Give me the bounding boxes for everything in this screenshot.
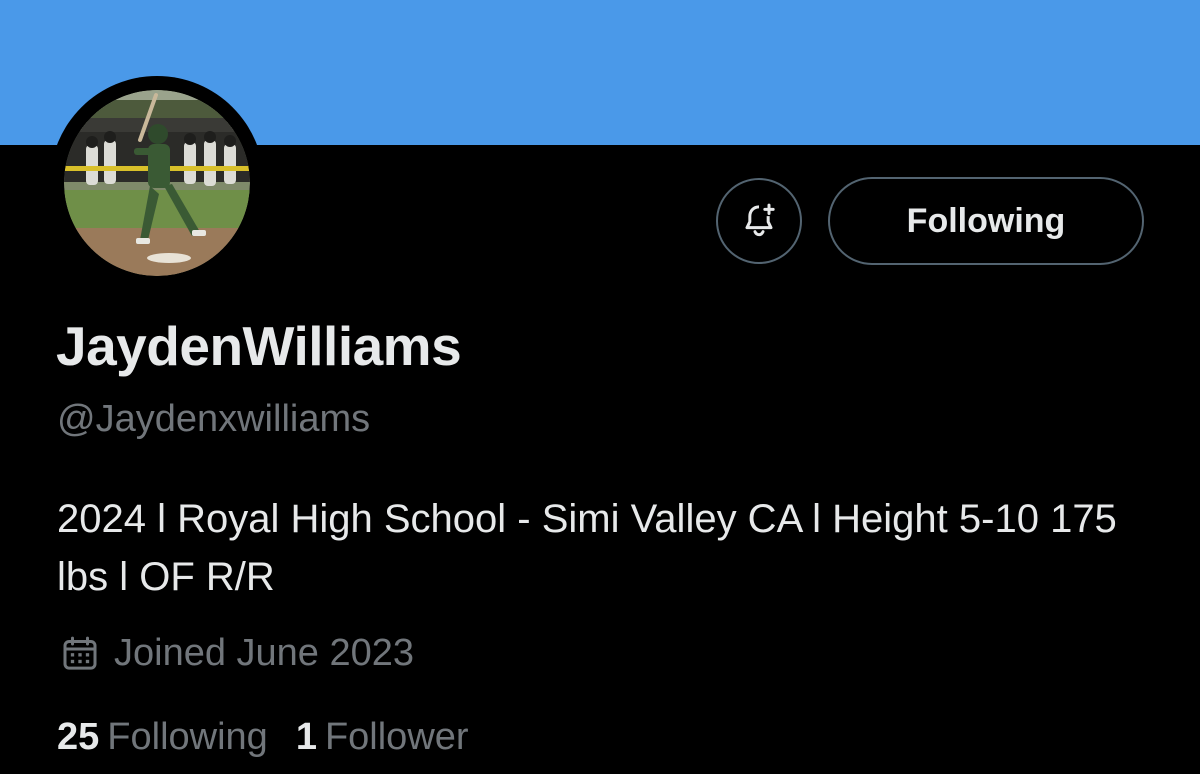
following-label: Following bbox=[107, 716, 268, 758]
avatar[interactable] bbox=[50, 76, 264, 290]
following-count: 25 bbox=[57, 716, 100, 758]
calendar-icon bbox=[63, 636, 97, 670]
profile-stats: 25 Following 1 Follower bbox=[57, 716, 497, 759]
joined-text: Joined June 2023 bbox=[114, 632, 415, 674]
avatar-photo bbox=[64, 90, 250, 276]
display-name: JaydenWilliams bbox=[56, 315, 462, 377]
followers-stat[interactable]: 1 Follower bbox=[296, 716, 469, 759]
profile-bio: 2024 l Royal High School - Simi Valley C… bbox=[57, 497, 1117, 599]
joined-date: Joined June 2023 bbox=[60, 632, 414, 675]
bell-plus-icon bbox=[745, 203, 775, 237]
user-handle: @Jaydenxwilliams bbox=[57, 398, 371, 440]
following-button[interactable]: Following bbox=[828, 177, 1144, 265]
notifications-button[interactable] bbox=[716, 178, 802, 264]
followers-count: 1 bbox=[295, 716, 317, 758]
followers-label: Follower bbox=[324, 716, 469, 758]
following-stat[interactable]: 25 Following bbox=[57, 716, 268, 759]
profile-page: Following JaydenWilliams @Jaydenxwilliam… bbox=[0, 0, 1200, 774]
